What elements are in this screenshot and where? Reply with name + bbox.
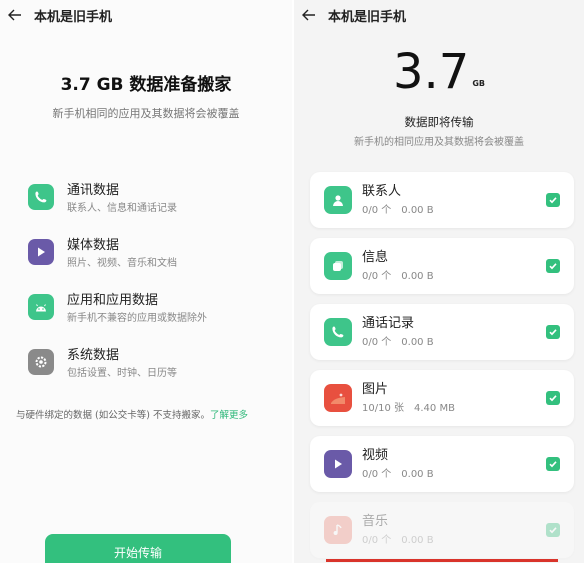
check-icon bbox=[549, 461, 557, 468]
item-label: 图片 bbox=[362, 381, 389, 397]
category-description: 包括设置、时钟、日历等 bbox=[67, 368, 177, 379]
size-value: 3.7 bbox=[392, 44, 470, 100]
phone-icon bbox=[28, 184, 54, 210]
hardware-data-notice: 与硬件绑定的数据 (如公交卡等) 不支持搬家。了解更多 bbox=[16, 407, 282, 421]
transfer-item-music[interactable]: 音乐 0/0 个 0.00 B bbox=[310, 502, 574, 558]
play-icon bbox=[324, 450, 352, 478]
item-checkbox[interactable] bbox=[546, 391, 560, 405]
phone-icon bbox=[324, 318, 352, 346]
category-description: 新手机不兼容的应用或数据除外 bbox=[67, 313, 207, 324]
old-phone-summary-screen: 本机是旧手机 3.7 GB 数据准备搬家 新手机相同的应用及其数据将会被覆盖 通… bbox=[0, 0, 292, 563]
total-size: 3.7 GB bbox=[294, 46, 584, 98]
notice-text: 与硬件绑定的数据 (如公交卡等) 不支持搬家。 bbox=[16, 410, 210, 421]
transfer-heading: 数据即将传输 bbox=[404, 115, 474, 129]
item-label: 视频 bbox=[362, 447, 389, 463]
play-icon bbox=[28, 239, 54, 265]
learn-more-link[interactable]: 了解更多 bbox=[210, 410, 248, 421]
contact-icon bbox=[324, 186, 352, 214]
check-icon bbox=[549, 263, 557, 270]
message-icon bbox=[324, 252, 352, 280]
start-transfer-button[interactable]: 开始传输 bbox=[45, 534, 231, 563]
gear-icon bbox=[28, 349, 54, 375]
item-checkbox[interactable] bbox=[546, 457, 560, 471]
item-count: 10/10 张 bbox=[362, 402, 404, 414]
item-checkbox[interactable] bbox=[546, 523, 560, 537]
category-label: 系统数据 bbox=[67, 348, 120, 363]
category-label: 通讯数据 bbox=[67, 183, 120, 198]
android-icon bbox=[28, 294, 54, 320]
music-icon bbox=[324, 516, 352, 544]
item-size: 4.40 MB bbox=[414, 402, 455, 414]
item-size: 0.00 B bbox=[401, 204, 434, 216]
transfer-list-screen: 本机是旧手机 3.7 GB 数据即将传输 新手机的相同应用及其数据将会被覆盖 联… bbox=[294, 0, 584, 563]
check-icon bbox=[549, 197, 557, 204]
category-communication: 通讯数据 联系人、信息和通话记录 bbox=[28, 182, 272, 222]
size-unit: GB bbox=[472, 79, 485, 88]
item-size: 0.00 B bbox=[401, 534, 434, 546]
transfer-item-messages[interactable]: 信息 0/0 个 0.00 B bbox=[310, 238, 574, 294]
back-arrow-icon[interactable] bbox=[6, 6, 24, 24]
category-description: 照片、视频、音乐和文档 bbox=[67, 258, 177, 269]
item-count: 0/0 个 bbox=[362, 336, 392, 348]
item-checkbox[interactable] bbox=[546, 259, 560, 273]
item-count: 0/0 个 bbox=[362, 204, 392, 216]
category-label: 应用和应用数据 bbox=[67, 293, 159, 308]
item-count: 0/0 个 bbox=[362, 468, 392, 480]
category-description: 联系人、信息和通话记录 bbox=[67, 203, 177, 214]
transfer-item-call-log[interactable]: 通话记录 0/0 个 0.00 B bbox=[310, 304, 574, 360]
category-media: 媒体数据 照片、视频、音乐和文档 bbox=[28, 237, 272, 277]
item-label: 信息 bbox=[362, 249, 389, 265]
check-icon bbox=[549, 395, 557, 402]
transfer-item-contacts[interactable]: 联系人 0/0 个 0.00 B bbox=[310, 172, 574, 228]
item-size: 0.00 B bbox=[401, 336, 434, 348]
category-label: 媒体数据 bbox=[67, 238, 120, 253]
item-size: 0.00 B bbox=[401, 468, 434, 480]
top-bar: 本机是旧手机 bbox=[0, 4, 292, 26]
item-checkbox[interactable] bbox=[546, 325, 560, 339]
page-title: 本机是旧手机 bbox=[328, 9, 407, 25]
item-label: 联系人 bbox=[362, 183, 402, 199]
back-arrow-icon[interactable] bbox=[300, 6, 318, 24]
item-size: 0.00 B bbox=[401, 270, 434, 282]
transfer-item-pictures[interactable]: 图片 10/10 张 4.40 MB bbox=[310, 370, 574, 426]
check-icon bbox=[549, 527, 557, 534]
data-size-headline: 3.7 GB 数据准备搬家 bbox=[60, 75, 232, 95]
category-apps: 应用和应用数据 新手机不兼容的应用或数据除外 bbox=[28, 292, 272, 332]
transfer-item-video[interactable]: 视频 0/0 个 0.00 B bbox=[310, 436, 574, 492]
item-count: 0/0 个 bbox=[362, 270, 392, 282]
category-system: 系统数据 包括设置、时钟、日历等 bbox=[28, 347, 272, 387]
overwrite-warning: 新手机相同的应用及其数据将会被覆盖 bbox=[52, 107, 240, 120]
highlight-bar bbox=[326, 559, 558, 562]
page-title: 本机是旧手机 bbox=[34, 9, 113, 25]
item-checkbox[interactable] bbox=[546, 193, 560, 207]
overwrite-warning: 新手机的相同应用及其数据将会被覆盖 bbox=[354, 137, 524, 148]
item-label: 音乐 bbox=[362, 513, 389, 529]
item-label: 通话记录 bbox=[362, 315, 415, 331]
item-count: 0/0 个 bbox=[362, 534, 392, 546]
top-bar: 本机是旧手机 bbox=[294, 4, 584, 26]
check-icon bbox=[549, 329, 557, 336]
gallery-icon bbox=[324, 384, 352, 412]
